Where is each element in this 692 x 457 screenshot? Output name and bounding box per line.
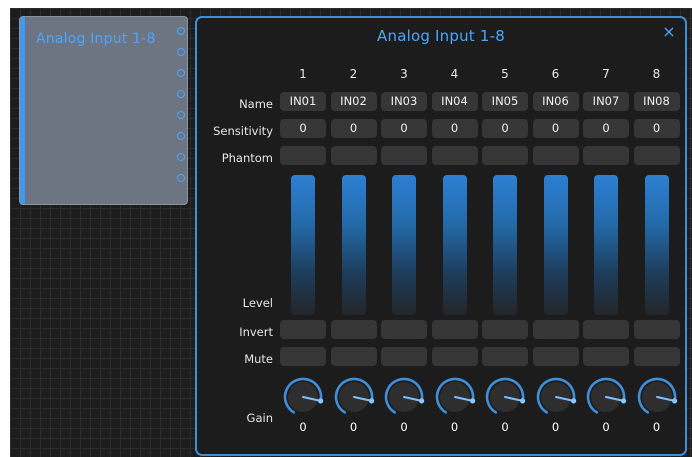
channel-name-field[interactable]: IN07 [583,92,629,111]
invert-toggle[interactable] [381,320,427,339]
channel-number: 2 [349,67,358,81]
gain-value: 0 [551,420,560,434]
mute-toggle[interactable] [532,347,579,366]
mute-toggle[interactable] [381,347,427,366]
phantom-toggle[interactable] [633,146,680,165]
knob-icon[interactable] [383,376,425,418]
port-icon[interactable] [177,27,185,35]
sensitivity-field[interactable]: 0 [381,119,427,138]
mute-toggle[interactable] [583,347,629,366]
channel-number: 3 [400,67,408,81]
sensitivity-field[interactable]: 0 [482,119,528,138]
row-label-mute: Mute [244,352,273,366]
sensitivity-field[interactable]: 0 [532,119,579,138]
gain-value: 0 [349,420,358,434]
invert-toggle[interactable] [330,320,377,339]
close-icon[interactable]: × [661,24,677,40]
channel-name-field[interactable]: IN08 [633,92,680,111]
mute-toggle[interactable] [482,347,528,366]
row-label-gain: Gain [246,411,273,425]
level-meter [392,175,416,315]
knob-icon[interactable] [636,376,678,418]
sensitivity-field[interactable]: 0 [583,119,629,138]
channel-name-field[interactable]: IN05 [482,92,528,111]
mute-toggle[interactable] [330,347,377,366]
mute-toggle[interactable] [431,347,478,366]
port-icon[interactable] [177,111,185,119]
level-meter [493,175,517,315]
channel-name-field[interactable]: IN02 [330,92,377,111]
channel-number: 6 [551,67,560,81]
dialog-title: Analog Input 1-8 [377,27,505,45]
row-label-name: Name [239,97,273,111]
phantom-toggle[interactable] [583,146,629,165]
invert-toggle[interactable] [532,320,579,339]
knob-icon[interactable] [585,376,627,418]
knob-icon[interactable] [535,376,577,418]
level-meter [291,175,315,315]
phantom-toggle[interactable] [532,146,579,165]
port-icon[interactable] [177,174,185,182]
level-meter [543,175,568,315]
phantom-toggle[interactable] [330,146,377,165]
phantom-toggle[interactable] [482,146,528,165]
invert-toggle[interactable] [482,320,528,339]
gain-value: 0 [602,420,610,434]
level-meter [341,175,366,315]
analog-input-node[interactable]: Analog Input 1-8 [19,16,188,205]
level-meter [594,175,618,315]
invert-toggle[interactable] [431,320,478,339]
row-label-sensitivity: Sensitivity [213,124,273,138]
node-title: Analog Input 1-8 [36,31,156,47]
gain-value: 0 [450,420,459,434]
gain-value: 0 [652,420,661,434]
invert-toggle[interactable] [280,320,326,339]
channel-name-field[interactable]: IN03 [381,92,427,111]
sensitivity-field[interactable]: 0 [280,119,326,138]
channel-number: 5 [501,67,509,81]
level-meter [644,175,669,315]
knob-icon[interactable] [333,376,375,418]
analog-input-dialog: Analog Input 1-8 × Name Sensitivity Phan… [195,16,687,456]
row-label-level: Level [242,296,273,310]
gain-value: 0 [299,420,307,434]
channel-name-field[interactable]: IN06 [532,92,579,111]
knob-icon[interactable] [484,376,526,418]
invert-toggle[interactable] [633,320,680,339]
knob-icon[interactable] [282,376,324,418]
phantom-toggle[interactable] [431,146,478,165]
sensitivity-field[interactable]: 0 [633,119,680,138]
row-label-invert: Invert [239,325,273,339]
phantom-toggle[interactable] [280,146,326,165]
mute-toggle[interactable] [633,347,680,366]
gain-value: 0 [501,420,509,434]
sensitivity-field[interactable]: 0 [330,119,377,138]
row-label-phantom: Phantom [221,151,273,165]
channel-number: 7 [602,67,610,81]
channel-number: 1 [299,67,307,81]
gain-value: 0 [400,420,408,434]
port-icon[interactable] [177,48,185,56]
channel-number: 4 [450,67,459,81]
knob-icon[interactable] [434,376,476,418]
invert-toggle[interactable] [583,320,629,339]
port-icon[interactable] [177,69,185,77]
phantom-toggle[interactable] [381,146,427,165]
channel-name-field[interactable]: IN01 [280,92,326,111]
channel-number: 8 [652,67,661,81]
node-accent-bar [20,17,25,204]
mute-toggle[interactable] [280,347,326,366]
level-meter [442,175,467,315]
sensitivity-field[interactable]: 0 [431,119,478,138]
channel-name-field[interactable]: IN04 [431,92,478,111]
